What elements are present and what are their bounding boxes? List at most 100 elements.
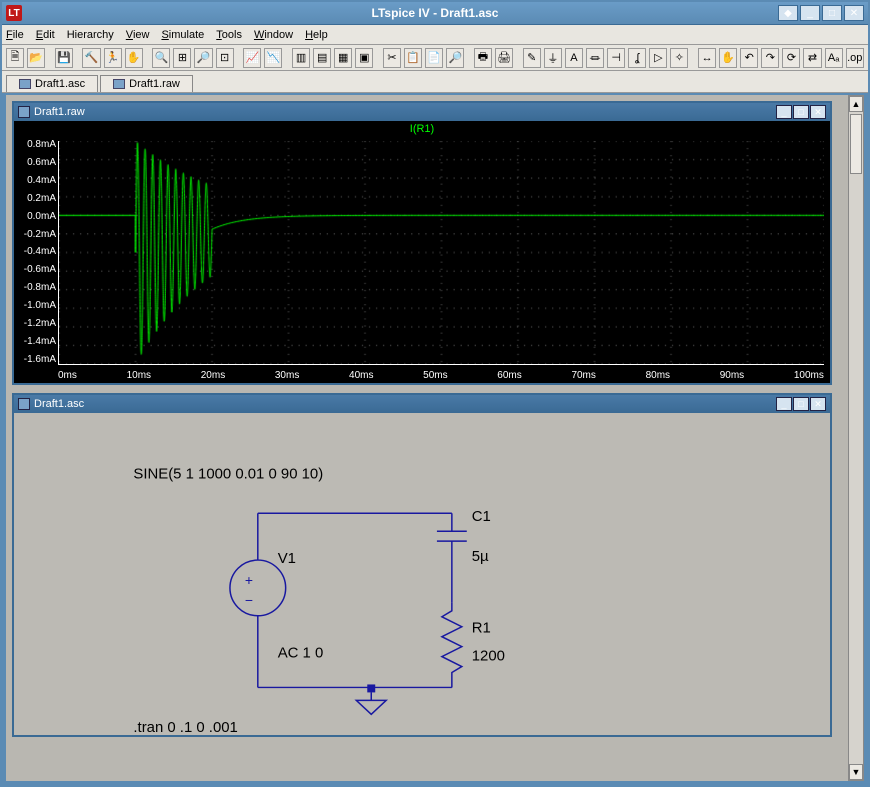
diode-button[interactable]: ▷ — [649, 48, 667, 68]
schematic-window[interactable]: Draft1.asc _ □ ✕ SINE(5 1 1000 0.01 0 90… — [12, 393, 832, 737]
close-button[interactable]: ✕ — [844, 5, 864, 21]
y-tick: 0.0mA — [16, 211, 56, 222]
copy-button[interactable]: 📋 — [404, 48, 422, 68]
component-button[interactable]: ✧ — [670, 48, 688, 68]
move-button[interactable]: ↔ — [698, 48, 716, 68]
tab-draft1-raw[interactable]: Draft1.raw — [100, 75, 193, 92]
plot-grid[interactable] — [58, 141, 824, 365]
r1-label[interactable]: R1 — [472, 620, 491, 637]
waveform-icon — [18, 106, 30, 118]
run-button[interactable]: 🏃 — [104, 48, 122, 68]
titlebar[interactable]: LT LTspice IV - Draft1.asc ◆ _ □ ✕ — [2, 2, 868, 25]
scroll-up-button[interactable]: ▲ — [849, 96, 863, 112]
label-button[interactable]: A — [565, 48, 583, 68]
tile-h-button[interactable]: ▥ — [292, 48, 310, 68]
c1-label[interactable]: C1 — [472, 508, 491, 525]
menu-file[interactable]: File — [6, 29, 24, 41]
c1-value[interactable]: 5µ — [472, 548, 489, 565]
x-tick: 10ms — [127, 370, 151, 381]
pin-button[interactable]: ◆ — [778, 5, 798, 21]
tran-directive[interactable]: .tran 0 .1 0 .001 — [133, 719, 237, 733]
x-axis[interactable]: 0ms 10ms 20ms 30ms 40ms 50ms 60ms 70ms 8… — [58, 370, 824, 381]
r1-value[interactable]: 1200 — [472, 648, 505, 665]
text-button[interactable]: Aₐ — [825, 48, 843, 68]
child-title: Draft1.raw — [34, 106, 85, 118]
undo-button[interactable]: ↶ — [740, 48, 758, 68]
zoom-in-button[interactable]: 🔍 — [152, 48, 170, 68]
save-button[interactable]: 💾 — [55, 48, 73, 68]
resistor-button[interactable]: ⏛ — [586, 48, 604, 68]
spice-dir-button[interactable]: .op — [846, 48, 864, 68]
autorange-button[interactable]: 📈 — [243, 48, 261, 68]
find-button[interactable]: 🔎 — [446, 48, 464, 68]
child-close-button[interactable]: ✕ — [810, 397, 826, 411]
zoom-out-button[interactable]: 🔎 — [194, 48, 212, 68]
drag-button[interactable]: ✋ — [719, 48, 737, 68]
tab-label: Draft1.asc — [35, 78, 85, 90]
y-tick: 0.6mA — [16, 157, 56, 168]
y-tick: 0.8mA — [16, 139, 56, 150]
trace-label[interactable]: I(R1) — [410, 123, 434, 135]
child-maximize-button[interactable]: □ — [793, 105, 809, 119]
redo-button[interactable]: ↷ — [761, 48, 779, 68]
svg-text:+: + — [245, 572, 253, 588]
menu-view[interactable]: View — [126, 29, 150, 41]
zoom-fit-button[interactable]: ⊡ — [216, 48, 234, 68]
y-tick: -1.2mA — [16, 318, 56, 329]
plot-area[interactable]: I(R1) 0.8mA 0.6mA 0.4mA 0.2mA 0.0mA -0.2… — [14, 121, 830, 383]
child-titlebar[interactable]: Draft1.asc _ □ ✕ — [14, 395, 830, 413]
cascade-button[interactable]: ▦ — [334, 48, 352, 68]
menu-simulate[interactable]: Simulate — [161, 29, 204, 41]
x-tick: 30ms — [275, 370, 299, 381]
capacitor-button[interactable]: ⊣ — [607, 48, 625, 68]
close-all-button[interactable]: ▣ — [355, 48, 373, 68]
child-close-button[interactable]: ✕ — [810, 105, 826, 119]
schematic-icon — [19, 79, 31, 89]
tab-strip: Draft1.asc Draft1.raw — [2, 71, 868, 93]
new-schematic-button[interactable]: 🗎 — [6, 48, 24, 68]
vertical-scrollbar[interactable]: ▲ ▼ — [848, 95, 864, 781]
app-icon: LT — [6, 5, 22, 21]
scroll-down-button[interactable]: ▼ — [849, 764, 863, 780]
y-tick: -0.8mA — [16, 282, 56, 293]
wire-button[interactable]: ✎ — [523, 48, 541, 68]
menu-tools[interactable]: Tools — [216, 29, 242, 41]
paste-button[interactable]: 📄 — [425, 48, 443, 68]
ground-button[interactable]: ⏚ — [544, 48, 562, 68]
child-maximize-button[interactable]: □ — [793, 397, 809, 411]
cut-button[interactable]: ✂ — [383, 48, 401, 68]
y-axis[interactable]: 0.8mA 0.6mA 0.4mA 0.2mA 0.0mA -0.2mA -0.… — [16, 139, 56, 365]
v1-label[interactable]: V1 — [278, 550, 296, 567]
child-minimize-button[interactable]: _ — [776, 105, 792, 119]
menu-help[interactable]: Help — [305, 29, 328, 41]
menu-window[interactable]: Window — [254, 29, 293, 41]
inductor-button[interactable]: ʆ — [628, 48, 646, 68]
tab-label: Draft1.raw — [129, 78, 180, 90]
waveform-window[interactable]: Draft1.raw _ □ ✕ I(R1) 0.8mA 0.6mA 0.4mA… — [12, 101, 832, 385]
pan-button[interactable]: ⊞ — [173, 48, 191, 68]
sine-directive[interactable]: SINE(5 1 1000 0.01 0 90 10) — [133, 465, 323, 482]
setup-button[interactable]: 📉 — [264, 48, 282, 68]
hammer-icon[interactable]: 🔨 — [82, 48, 100, 68]
schematic-canvas[interactable]: SINE(5 1 1000 0.01 0 90 10) .tran 0 .1 0… — [14, 413, 830, 733]
maximize-button[interactable]: □ — [822, 5, 842, 21]
app-window: LT LTspice IV - Draft1.asc ◆ _ □ ✕ File … — [0, 0, 870, 787]
scroll-thumb[interactable] — [850, 114, 862, 174]
open-button[interactable]: 📂 — [27, 48, 45, 68]
menu-hierarchy[interactable]: Hierarchy — [67, 29, 114, 41]
mirror-button[interactable]: ⇄ — [803, 48, 821, 68]
menu-edit[interactable]: Edit — [36, 29, 55, 41]
child-titlebar[interactable]: Draft1.raw _ □ ✕ — [14, 103, 830, 121]
tile-v-button[interactable]: ▤ — [313, 48, 331, 68]
halt-button[interactable]: ✋ — [125, 48, 143, 68]
minimize-button[interactable]: _ — [800, 5, 820, 21]
rotate-button[interactable]: ⟳ — [782, 48, 800, 68]
y-tick: -0.6mA — [16, 264, 56, 275]
x-tick: 80ms — [646, 370, 670, 381]
print-button[interactable]: 🖨 — [495, 48, 513, 68]
ac-label[interactable]: AC 1 0 — [278, 645, 324, 662]
print-setup-button[interactable]: 🖶 — [474, 48, 492, 68]
svg-text:−: − — [245, 592, 253, 608]
tab-draft1-asc[interactable]: Draft1.asc — [6, 75, 98, 92]
child-minimize-button[interactable]: _ — [776, 397, 792, 411]
